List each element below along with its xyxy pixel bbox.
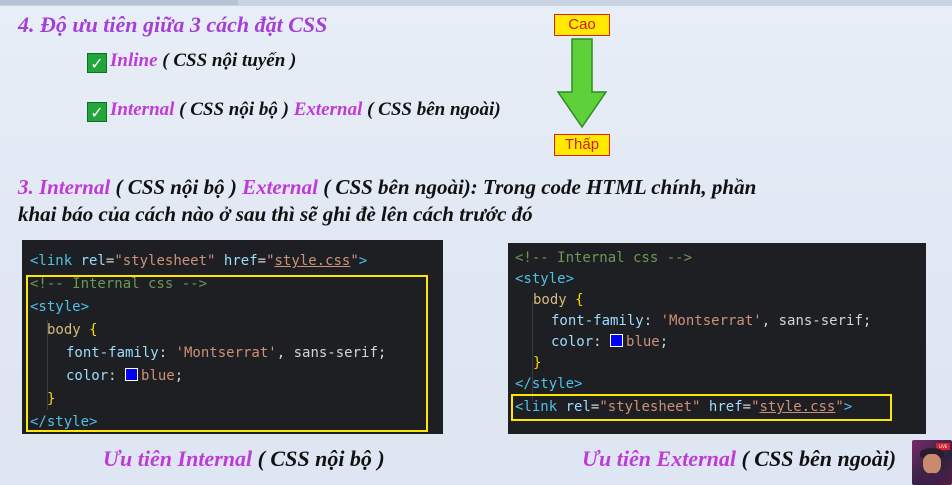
section3-external: External xyxy=(242,175,318,199)
code-line-link: <link rel="stylesheet" href="style.css"> xyxy=(515,399,853,415)
priority-heading: 4. Độ ưu tiên giữa 3 cách đặt CSS xyxy=(18,12,328,37)
code-line-font-family: font-family: 'Montserrat', sans-serif; xyxy=(551,313,872,329)
high-priority-tag: Cao xyxy=(554,14,610,36)
section3-number: 3. xyxy=(18,175,39,199)
code-line-font-family: font-family: 'Montserrat', sans-serif; xyxy=(66,345,387,361)
color-swatch-icon xyxy=(125,368,139,381)
top-strip-accent xyxy=(0,0,238,5)
section3-internal: Internal xyxy=(39,175,111,199)
external-label: External xyxy=(293,99,363,120)
inline-note: ( CSS nội tuyến ) xyxy=(157,50,297,71)
code-line-selector: body { xyxy=(533,292,584,308)
code-line-brace-close: } xyxy=(533,355,542,371)
presenter-avatar: LIVE xyxy=(912,440,952,485)
external-note: ( CSS bên ngoài) xyxy=(362,99,501,120)
internal-note: ( CSS nội bộ ) xyxy=(174,99,294,120)
low-priority-tag: Thấp xyxy=(554,134,610,156)
code-line-comment: <!-- Internal css --> xyxy=(30,276,208,292)
code-panel-external-priority: <!-- Internal css --> <style> body { fon… xyxy=(508,243,926,434)
inline-label: Inline xyxy=(110,50,158,71)
priority-item-inline: ✓ Inline ( CSS nội tuyến ) xyxy=(87,50,296,73)
code-line-brace-close: } xyxy=(47,391,56,407)
code-line-color: color: blue; xyxy=(66,368,184,384)
caption-external-priority: Ưu tiên External ( CSS bên ngoài) xyxy=(582,446,897,471)
code-line-link: <link rel="stylesheet" href="style.css"> xyxy=(30,253,368,269)
priority-item-internal-external: ✓ Internal ( CSS nội bộ ) External ( CSS … xyxy=(87,99,501,122)
code-line-style-close: </style> xyxy=(515,376,583,392)
section3-line2: khai báo của cách nào ở sau thì sẽ ghi đ… xyxy=(18,202,533,226)
internal-label: Internal xyxy=(110,99,175,120)
caption-internal-priority: Ưu tiên Internal ( CSS nội bộ ) xyxy=(103,446,385,471)
code-line-style-open: <style> xyxy=(515,271,575,287)
checkbox-checked-icon: ✓ xyxy=(87,102,107,122)
code-line-style-open: <style> xyxy=(30,299,90,315)
code-line-comment: <!-- Internal css --> xyxy=(515,250,693,266)
color-swatch-icon xyxy=(610,334,624,347)
code-line-style-close: </style> xyxy=(30,414,98,430)
code-panel-internal-priority: <link rel="stylesheet" href="style.css">… xyxy=(22,240,443,434)
down-arrow-icon xyxy=(556,38,608,129)
section3-internal-note: ( CSS nội bộ ) xyxy=(110,175,243,199)
section3-line1: 3. Internal ( CSS nội bộ ) External ( CS… xyxy=(18,175,756,200)
code-line-selector: body { xyxy=(47,322,98,338)
code-line-color: color: blue; xyxy=(551,334,669,350)
checkbox-checked-icon: ✓ xyxy=(87,53,107,73)
section3-rest: ( CSS bên ngoài): Trong code HTML chính,… xyxy=(317,175,757,199)
